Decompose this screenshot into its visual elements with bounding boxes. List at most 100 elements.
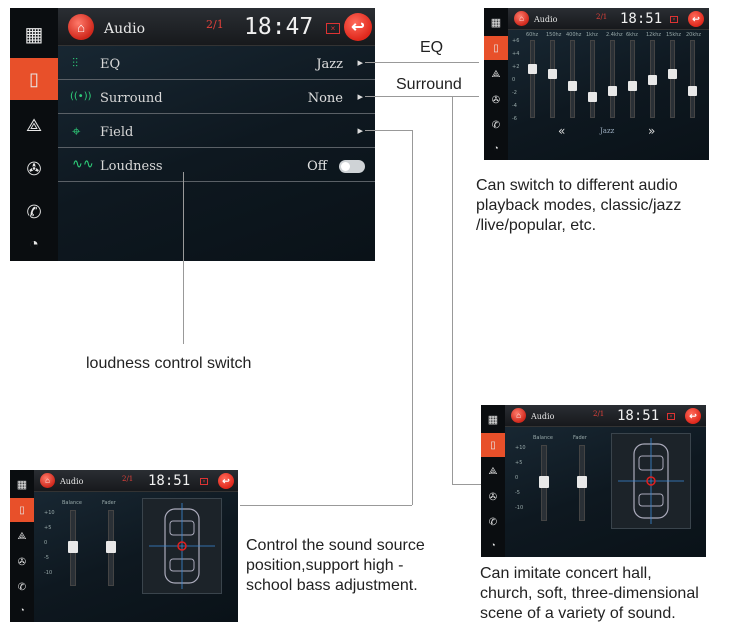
home-icon[interactable]: ⌂ (514, 11, 529, 26)
eq-leader-line (365, 62, 479, 63)
eq-freq-label: 400hz (566, 32, 582, 38)
audio-rail-item[interactable]: ▯ (484, 36, 508, 60)
back-button[interactable]: ↩ (218, 473, 234, 489)
eq-desc-line: playback modes, classic/jazz (476, 197, 682, 214)
car-outline-icon (149, 503, 215, 589)
eq-band-slider[interactable] (648, 40, 657, 118)
eq-band-slider[interactable] (608, 40, 617, 118)
balance-slider[interactable] (68, 510, 78, 586)
eq-freq-label: 6khz (626, 32, 638, 38)
eq-scale-tick: -6 (512, 116, 517, 122)
scale-tick: -10 (44, 570, 53, 576)
scale-tick: 0 (44, 540, 48, 546)
clock-rail-item[interactable]: ◔ (484, 138, 508, 158)
audio-rail-item[interactable]: ▯ (481, 433, 505, 457)
eq-main-panel: ⌂ Audio 2/1 18:51 × ↩ +6 +4 +2 0 -2 -4 -6 60hz 1… (508, 8, 709, 160)
eq-band-slider[interactable] (668, 40, 677, 118)
scale-tick: +10 (515, 445, 526, 451)
eq-band-knob[interactable] (608, 86, 617, 97)
field-screen-right: ▦ ▯ ⟁ ✇ ✆ ◔ ⌂ Audio 2/1 18:51 × ↩ Balanc… (481, 405, 706, 557)
balance-knob[interactable] (68, 541, 78, 553)
phone-rail-item[interactable]: ✆ (10, 576, 34, 598)
home-icon[interactable]: ⌂ (68, 14, 94, 40)
loudness-toggle[interactable] (339, 160, 365, 173)
main-audio-screen: ▦ ▯ ⟁ ✇ ✆ ◔ ⌂ Audio 2/1 18:47 × ↩ ⫶⫶ EQ … (10, 8, 375, 261)
eq-band-slider[interactable] (588, 40, 597, 118)
eq-band-knob[interactable] (648, 75, 657, 85)
screen-off-icon[interactable]: × (200, 478, 208, 485)
eq-band-slider[interactable] (528, 40, 537, 118)
eq-row[interactable]: ⫶⫶ EQ Jazz ▸ (58, 46, 375, 80)
eq-band-knob[interactable] (548, 69, 557, 80)
car-outline-icon (618, 438, 684, 524)
clock-rail-item[interactable]: ◔ (10, 230, 58, 260)
video-rail-item[interactable]: ✇ (481, 485, 505, 509)
fader-slider[interactable] (106, 510, 116, 586)
screen-off-icon[interactable]: × (326, 23, 340, 34)
scale-tick: +5 (515, 460, 523, 466)
car-field-diagram[interactable] (611, 433, 691, 529)
eq-value: Jazz (316, 57, 343, 72)
eq-band-knob[interactable] (568, 80, 577, 91)
field-icon: ⌖ (72, 122, 81, 140)
eq-band-knob[interactable] (668, 69, 677, 80)
screen-off-icon[interactable]: × (667, 413, 675, 420)
field-row[interactable]: ⌖ Field ▸ (58, 114, 375, 148)
gps-rail-item[interactable]: ⟁ (10, 104, 58, 146)
eq-prev-button[interactable]: « (558, 124, 565, 138)
fl-clock: 18:51 (148, 473, 191, 489)
phone-rail-item[interactable]: ✆ (484, 114, 508, 136)
field-description: Control the sound source position,suppor… (246, 536, 425, 596)
eq-band-knob[interactable] (628, 80, 637, 91)
scale-tick: -10 (515, 505, 524, 511)
eq-band-slider[interactable] (548, 40, 557, 118)
clock-rail-item[interactable]: ◔ (10, 600, 34, 620)
fader-label: Fader (573, 435, 587, 441)
surround-description: Can imitate concert hall, church, soft, … (480, 564, 699, 624)
gps-rail-item[interactable]: ⟁ (10, 524, 34, 548)
fader-knob[interactable] (577, 476, 587, 488)
apps-icon[interactable]: ▦ (484, 11, 508, 33)
surround-row[interactable]: ((•)) Surround None ▸ (58, 80, 375, 114)
video-rail-item[interactable]: ✇ (484, 88, 508, 112)
gps-rail-item[interactable]: ⟁ (481, 459, 505, 483)
back-button[interactable]: ↩ (344, 13, 372, 41)
home-icon[interactable]: ⌂ (40, 473, 55, 488)
eq-band-knob[interactable] (688, 86, 697, 97)
loudness-row[interactable]: ∿∿ Loudness Off (58, 148, 375, 182)
apps-icon[interactable]: ▦ (10, 14, 58, 54)
balance-knob[interactable] (539, 476, 549, 488)
surround-arrow-icon: ▸ (357, 91, 363, 103)
fader-knob[interactable] (106, 541, 116, 553)
clock-rail-item[interactable]: ◔ (481, 535, 505, 555)
scale-tick: +5 (44, 525, 52, 531)
back-button[interactable]: ↩ (688, 11, 704, 27)
eq-band-knob[interactable] (528, 63, 537, 74)
balance-label: Balance (62, 500, 82, 506)
eq-band-slider[interactable] (628, 40, 637, 118)
eq-band-knob[interactable] (588, 92, 597, 102)
phone-rail-item[interactable]: ✆ (10, 192, 58, 232)
balance-slider[interactable] (539, 445, 549, 521)
apps-icon[interactable]: ▦ (481, 408, 505, 430)
video-rail-item[interactable]: ✇ (10, 550, 34, 574)
audio-rail-item[interactable]: ▯ (10, 498, 34, 522)
video-rail-item[interactable]: ✇ (10, 148, 58, 190)
loudness-label: Loudness (100, 159, 163, 174)
home-icon[interactable]: ⌂ (511, 408, 526, 423)
eq-next-button[interactable]: » (648, 124, 655, 138)
eq-header-bar: ⌂ Audio 2/1 18:51 × ↩ (508, 8, 709, 30)
surround-leader-line (365, 96, 479, 97)
audio-rail-item[interactable]: ▯ (10, 58, 58, 100)
gps-rail-item[interactable]: ⟁ (484, 62, 508, 86)
fader-slider[interactable] (577, 445, 587, 521)
loudness-description: loudness control switch (86, 355, 252, 372)
apps-icon[interactable]: ▦ (10, 473, 34, 495)
back-button[interactable]: ↩ (685, 408, 701, 424)
eq-band-slider[interactable] (568, 40, 577, 118)
eq-scale-tick: -2 (512, 90, 517, 96)
eq-band-slider[interactable] (688, 40, 697, 118)
phone-rail-item[interactable]: ✆ (481, 511, 505, 533)
screen-off-icon[interactable]: × (670, 16, 678, 23)
car-field-diagram[interactable] (142, 498, 222, 594)
